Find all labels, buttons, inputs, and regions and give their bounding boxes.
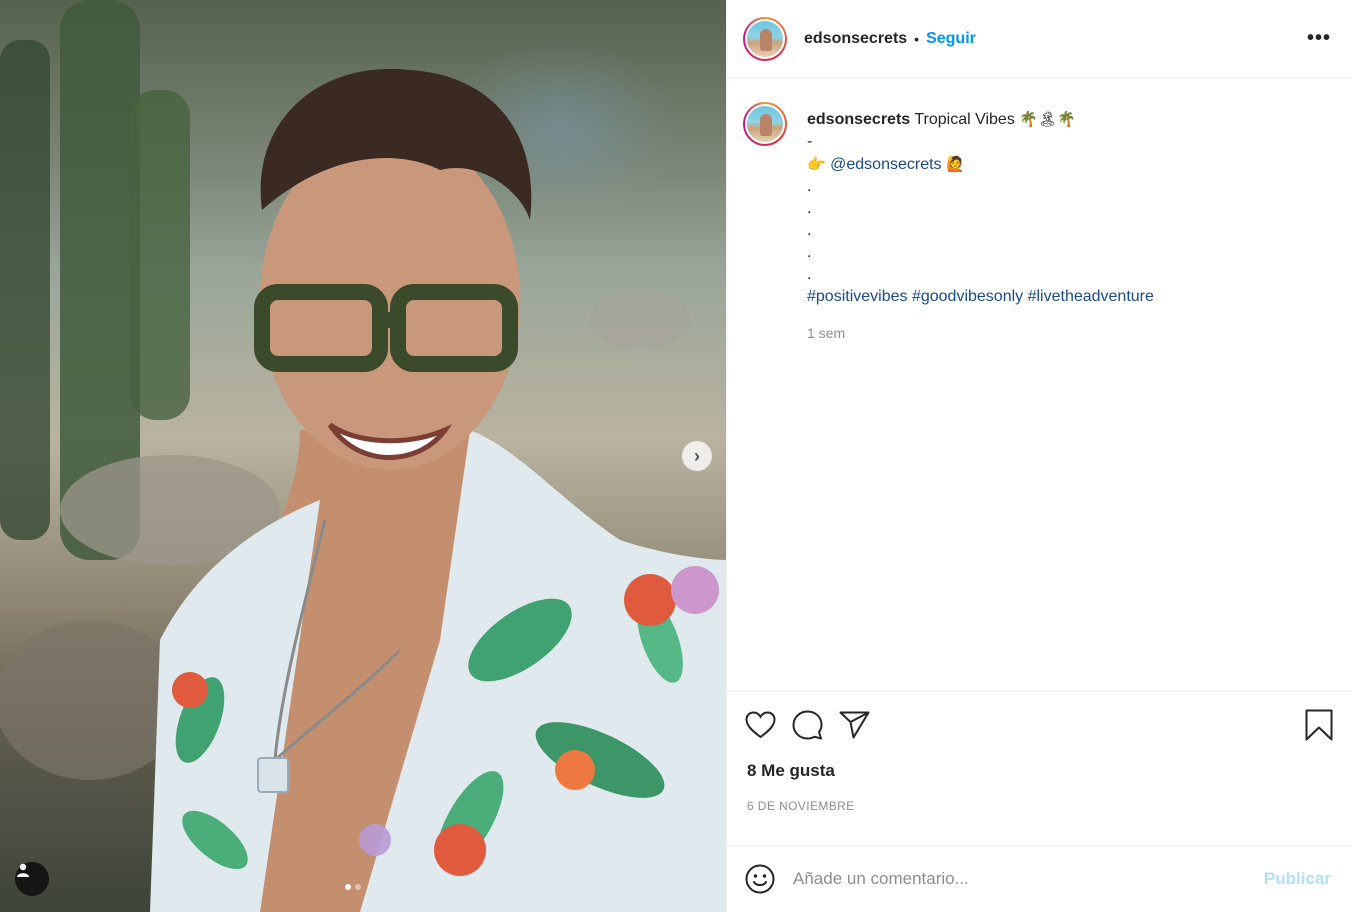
header-username[interactable]: edsonsecrets bbox=[804, 30, 907, 48]
carousel-indicator bbox=[345, 884, 361, 890]
pointer-emoji: 👉 bbox=[807, 155, 826, 173]
next-photo-button[interactable]: › bbox=[682, 441, 712, 471]
comments-area: edsonsecrets Tropical Vibes 🌴🏝🌴 - 👉 @eds… bbox=[727, 78, 1351, 691]
caption-dot-line: . bbox=[807, 244, 812, 261]
action-bar bbox=[727, 691, 1351, 757]
caption-title-emoji: 🌴🏝🌴 bbox=[1019, 110, 1076, 128]
post-header: edsonsecrets • Seguir ••• bbox=[727, 0, 1351, 78]
smiley-icon bbox=[745, 864, 775, 894]
add-comment-bar: Publicar bbox=[727, 845, 1351, 912]
header-separator: • bbox=[914, 30, 920, 47]
follow-button[interactable]: Seguir bbox=[926, 30, 976, 48]
caption-mention-link[interactable]: @edsonsecrets bbox=[830, 156, 941, 173]
user-tag-icon bbox=[17, 863, 29, 877]
chevron-right-icon: › bbox=[694, 445, 700, 466]
caption-dot-line: . bbox=[807, 200, 812, 217]
likes-count[interactable]: 8 Me gusta bbox=[727, 757, 1351, 781]
avatar[interactable] bbox=[743, 16, 787, 61]
caption-timestamp[interactable]: 1 sem bbox=[807, 322, 1154, 344]
like-button[interactable] bbox=[745, 710, 776, 739]
tagged-users-button[interactable] bbox=[15, 862, 49, 896]
publish-comment-button[interactable]: Publicar bbox=[1264, 869, 1331, 889]
carousel-dot bbox=[355, 884, 361, 890]
paper-plane-icon bbox=[839, 711, 870, 738]
post-photo[interactable]: › bbox=[0, 0, 726, 912]
comment-input[interactable] bbox=[793, 869, 1264, 889]
comment-icon bbox=[792, 710, 823, 739]
post-date[interactable]: 6 DE NOVIEMBRE bbox=[727, 781, 1351, 813]
carousel-dot-active bbox=[345, 884, 351, 890]
bookmark-icon bbox=[1305, 709, 1333, 740]
photo-illustration bbox=[0, 0, 726, 912]
caption-dot-line: . bbox=[807, 222, 812, 239]
caption-username[interactable]: edsonsecrets bbox=[807, 111, 910, 128]
caption-hashtags[interactable]: #positivevibes #goodvibesonly #livethead… bbox=[807, 286, 1154, 308]
emoji-picker-button[interactable] bbox=[745, 864, 775, 894]
caption-dash: - bbox=[807, 133, 813, 150]
heart-icon bbox=[745, 710, 776, 738]
caption: edsonsecrets Tropical Vibes 🌴🏝🌴 - 👉 @eds… bbox=[807, 102, 1154, 691]
post-side-panel: edsonsecrets • Seguir ••• edsonsecrets T… bbox=[726, 0, 1351, 912]
caption-dot-line: . bbox=[807, 266, 812, 283]
more-options-icon[interactable]: ••• bbox=[1307, 27, 1331, 50]
wave-emoji: 🙋 bbox=[946, 155, 965, 173]
comment-button[interactable] bbox=[792, 710, 823, 740]
save-button[interactable] bbox=[1305, 709, 1333, 741]
caption-avatar[interactable] bbox=[743, 102, 787, 146]
share-button[interactable] bbox=[839, 711, 870, 739]
caption-dot-line: . bbox=[807, 178, 812, 195]
instagram-post-modal: › edsonsecrets • Seguir ••• edsonsecrets… bbox=[0, 0, 1351, 912]
caption-title: Tropical Vibes bbox=[914, 111, 1015, 128]
